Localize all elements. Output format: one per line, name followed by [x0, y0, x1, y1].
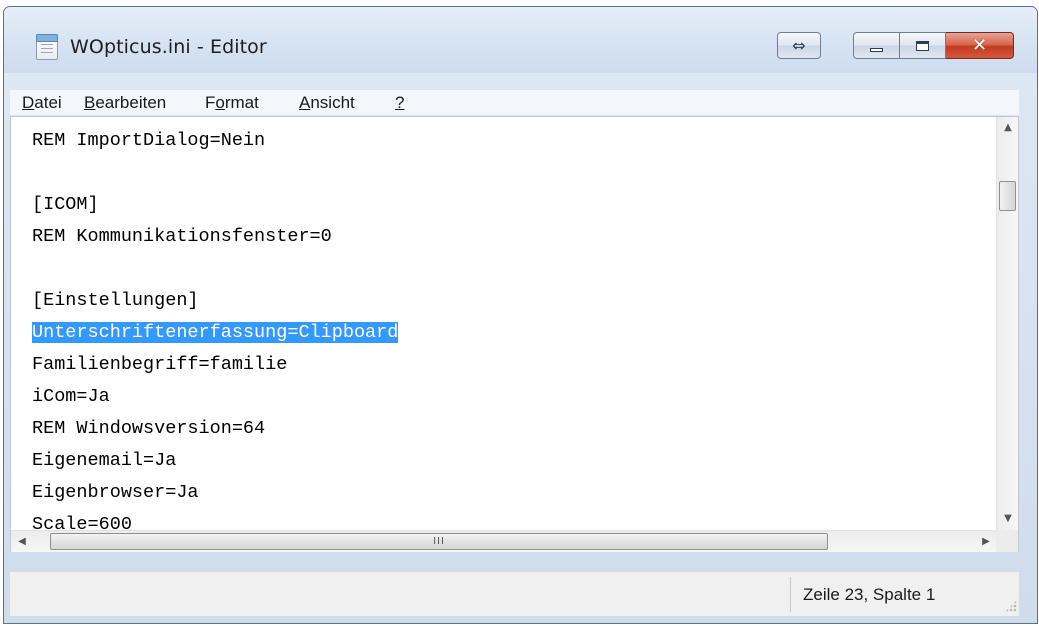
minimize-icon: [870, 47, 883, 52]
text-line[interactable]: [32, 253, 997, 285]
scrollbar-corner: [996, 530, 1018, 552]
text-line-content: Eigenemail=Ja: [32, 450, 177, 471]
status-separator: [790, 577, 791, 612]
resize-grip-icon[interactable]: [1005, 600, 1017, 612]
text-line[interactable]: Eigenemail=Ja: [32, 445, 997, 477]
text-line[interactable]: REM ImportDialog=Nein: [32, 125, 997, 157]
menu-bearbeiten[interactable]: Bearbeiten: [84, 93, 166, 113]
text-line[interactable]: iCom=Ja: [32, 381, 997, 413]
vertical-scrollbar[interactable]: ▲ ▼: [996, 117, 1018, 530]
window-title: WOpticus.ini - Editor: [70, 36, 267, 58]
text-line[interactable]: Eigenbrowser=Ja: [32, 477, 997, 509]
double-arrow-icon: ⇔: [792, 35, 806, 55]
text-line[interactable]: Familienbegriff=familie: [32, 349, 997, 381]
minimize-button[interactable]: [853, 32, 900, 59]
text-content[interactable]: REM ImportDialog=Nein [ICOM] REM Kommunika…: [11, 117, 997, 530]
text-line-content: [ICOM]: [32, 194, 99, 215]
text-line-content: Eigenbrowser=Ja: [32, 482, 199, 503]
text-line-content: iCom=Ja: [32, 386, 110, 407]
text-line[interactable]: REM Windowsversion=64: [32, 413, 997, 445]
selected-text: Unterschriftenerfassung=Clipboard: [32, 322, 399, 343]
scroll-left-arrow-icon[interactable]: ◀: [11, 531, 33, 553]
cursor-position: Zeile 23, Spalte 1: [803, 585, 936, 604]
horizontal-scrollbar[interactable]: ◀ III ▶: [11, 530, 997, 552]
close-icon: ✕: [971, 35, 988, 56]
text-line-content: REM ImportDialog=Nein: [32, 130, 266, 151]
text-line[interactable]: Scale=600: [32, 509, 997, 530]
horizontal-scroll-thumb[interactable]: III: [50, 533, 828, 550]
text-line-content: Familienbegriff=familie: [32, 354, 288, 375]
scroll-up-arrow-icon[interactable]: ▲: [997, 117, 1019, 139]
notepad-app-icon[interactable]: [36, 34, 58, 60]
text-line[interactable]: [32, 157, 997, 189]
maximize-button[interactable]: [900, 32, 946, 59]
menu-ansicht[interactable]: Ansicht: [299, 93, 355, 113]
scroll-grip-icon: III: [433, 535, 445, 547]
text-line-content: [Einstellungen]: [32, 290, 199, 311]
scroll-down-arrow-icon[interactable]: ▼: [997, 508, 1019, 530]
maximize-icon: [916, 40, 929, 51]
menu-format[interactable]: Format: [205, 93, 259, 113]
text-line[interactable]: Unterschriftenerfassung=Clipboard: [32, 317, 997, 349]
text-line-content: REM Windowsversion=64: [32, 418, 266, 439]
title-bar[interactable]: WOpticus.ini - Editor ⇔ ✕: [4, 7, 1037, 73]
menu-help[interactable]: ?: [395, 93, 404, 113]
scroll-right-arrow-icon[interactable]: ▶: [975, 531, 997, 553]
vertical-scroll-thumb[interactable]: [999, 181, 1016, 211]
menu-bar: Datei Bearbeiten Format Ansicht ?: [10, 90, 1019, 116]
switch-window-button[interactable]: ⇔: [777, 32, 821, 59]
text-editor[interactable]: REM ImportDialog=Nein [ICOM] REM Kommunika…: [10, 116, 1019, 552]
close-button[interactable]: ✕: [946, 32, 1014, 59]
text-line-content: REM Kommunikationsfenster=0: [32, 226, 332, 247]
text-line[interactable]: REM Kommunikationsfenster=0: [32, 221, 997, 253]
text-line[interactable]: [Einstellungen]: [32, 285, 997, 317]
status-bar: Zeile 23, Spalte 1: [10, 571, 1019, 616]
text-line[interactable]: [ICOM]: [32, 189, 997, 221]
text-line-content: Scale=600: [32, 514, 132, 530]
menu-datei[interactable]: Datei: [22, 93, 62, 113]
